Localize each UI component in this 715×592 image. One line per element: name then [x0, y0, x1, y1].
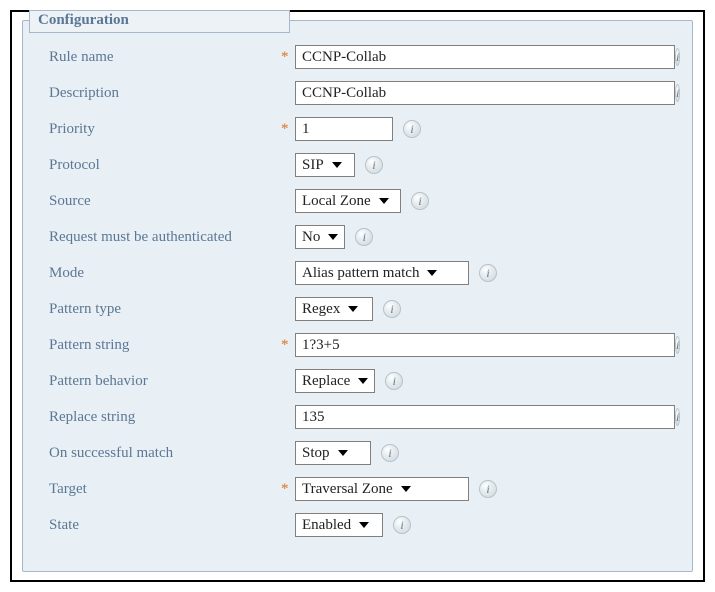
pattern_string-required-marker: * — [281, 337, 295, 354]
target-control: Traversal Zone — [295, 477, 469, 501]
pattern_behavior-control: Replace — [295, 369, 375, 393]
description-control — [295, 81, 675, 105]
rule_name-input[interactable] — [295, 45, 675, 69]
priority-label: Priority — [49, 121, 281, 138]
pattern_type-row: Pattern type Regexi — [35, 291, 680, 327]
state-row: State Enabled i — [35, 507, 680, 543]
rule_name-label: Rule name — [49, 49, 281, 66]
priority-input[interactable] — [295, 117, 393, 141]
pattern_type-control: Regex — [295, 297, 373, 321]
mode-label: Mode — [49, 265, 281, 282]
pattern_behavior-row: Pattern behavior Replace i — [35, 363, 680, 399]
on_match-row: On successful match Stopi — [35, 435, 680, 471]
dropdown-arrow-icon — [336, 445, 350, 461]
auth-label: Request must be authenticated — [49, 229, 281, 246]
info-icon[interactable]: i — [479, 480, 497, 498]
replace_string-input[interactable] — [295, 405, 675, 429]
priority-row: Priority* i — [35, 111, 680, 147]
info-icon[interactable]: i — [385, 372, 403, 390]
protocol-label: Protocol — [49, 157, 281, 174]
protocol-select[interactable]: SIP — [295, 153, 355, 177]
mode-control: Alias pattern match — [295, 261, 469, 285]
priority-control — [295, 117, 393, 141]
replace_string-control — [295, 405, 675, 429]
on_match-select[interactable]: Stop — [295, 441, 371, 465]
pattern_behavior-select[interactable]: Replace — [295, 369, 375, 393]
description-input[interactable] — [295, 81, 675, 105]
dropdown-arrow-icon — [399, 481, 413, 497]
target-required-marker: * — [281, 481, 295, 498]
info-icon[interactable]: i — [675, 48, 680, 66]
info-icon[interactable]: i — [675, 84, 680, 102]
info-icon[interactable]: i — [411, 192, 429, 210]
info-icon[interactable]: i — [393, 516, 411, 534]
dropdown-arrow-icon — [346, 301, 360, 317]
pattern_type-label: Pattern type — [49, 301, 281, 318]
target-label: Target — [49, 481, 281, 498]
auth-row: Request must be authenticated Noi — [35, 219, 680, 255]
on_match-label: On successful match — [49, 445, 281, 462]
state-control: Enabled — [295, 513, 383, 537]
info-icon[interactable]: i — [365, 156, 383, 174]
dropdown-arrow-icon — [357, 517, 371, 533]
configuration-panel: Configuration Rule name*iDescriptioniPri… — [22, 20, 693, 572]
window-frame: Configuration Rule name*iDescriptioniPri… — [10, 10, 705, 582]
protocol-control: SIP — [295, 153, 355, 177]
info-icon[interactable]: i — [403, 120, 421, 138]
state-select[interactable]: Enabled — [295, 513, 383, 537]
description-label: Description — [49, 85, 281, 102]
info-icon[interactable]: i — [383, 300, 401, 318]
info-icon[interactable]: i — [675, 408, 680, 426]
description-row: Description i — [35, 75, 680, 111]
mode-row: Mode Alias pattern match i — [35, 255, 680, 291]
dropdown-arrow-icon — [425, 265, 439, 281]
rule_name-row: Rule name* i — [35, 39, 680, 75]
dropdown-arrow-icon — [330, 157, 344, 173]
replace_string-row: Replace string i — [35, 399, 680, 435]
dropdown-arrow-icon — [356, 373, 370, 389]
replace_string-label: Replace string — [49, 409, 281, 426]
pattern_behavior-label: Pattern behavior — [49, 373, 281, 390]
info-icon[interactable]: i — [381, 444, 399, 462]
priority-required-marker: * — [281, 121, 295, 138]
auth-select[interactable]: No — [295, 225, 345, 249]
pattern_string-input[interactable] — [295, 333, 675, 357]
target-select[interactable]: Traversal Zone — [295, 477, 469, 501]
protocol-row: Protocol SIP i — [35, 147, 680, 183]
pattern_string-row: Pattern string* i — [35, 327, 680, 363]
info-icon[interactable]: i — [675, 336, 680, 354]
info-icon[interactable]: i — [479, 264, 497, 282]
target-row: Target*Traversal Zone i — [35, 471, 680, 507]
auth-control: No — [295, 225, 345, 249]
panel-title: Configuration — [29, 10, 290, 33]
state-label: State — [49, 517, 281, 534]
source-label: Source — [49, 193, 281, 210]
pattern_string-control — [295, 333, 675, 357]
dropdown-arrow-icon — [377, 193, 391, 209]
rule_name-control — [295, 45, 675, 69]
pattern_string-label: Pattern string — [49, 337, 281, 354]
mode-select[interactable]: Alias pattern match — [295, 261, 469, 285]
on_match-control: Stop — [295, 441, 371, 465]
source-row: Source Local Zone i — [35, 183, 680, 219]
pattern_type-select[interactable]: Regex — [295, 297, 373, 321]
dropdown-arrow-icon — [326, 229, 340, 245]
info-icon[interactable]: i — [355, 228, 373, 246]
rule_name-required-marker: * — [281, 49, 295, 66]
source-control: Local Zone — [295, 189, 401, 213]
source-select[interactable]: Local Zone — [295, 189, 401, 213]
